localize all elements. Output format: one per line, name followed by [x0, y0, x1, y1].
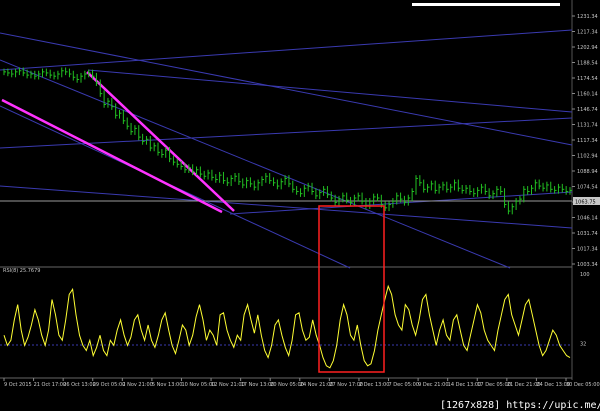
price-tick-label: 1231.34 — [577, 14, 598, 20]
price-tick-label: 1217.34 — [577, 30, 598, 36]
time-tick-label: 21 Oct 17:00 — [34, 382, 67, 388]
price-tick-label: 1046.14 — [577, 216, 598, 222]
price-tick-label: 1074.54 — [577, 185, 598, 191]
price-tick-label: 1160.14 — [577, 92, 598, 98]
time-tick-label: 9 Dec 21:00 — [418, 382, 448, 388]
watermark-text: [1267x828] https://upic.me/ — [440, 400, 600, 411]
price-tick-label: 1146.74 — [577, 107, 598, 113]
time-tick-label: 30 Dec 05:00 — [566, 382, 600, 388]
forex-chart: 1231.34 1217.34 1202.94 1188.54 1174.54 1160.… — [0, 0, 600, 411]
time-tick-label: 2 Dec 13:00 — [359, 382, 389, 388]
time-tick-label: 29 Oct 05:00 — [93, 382, 126, 388]
price-tick-label: 1102.94 — [577, 154, 598, 160]
rsi-title: RSI(8) 25.7679 — [3, 268, 40, 274]
time-tick-label: 26 Oct 13:00 — [63, 382, 96, 388]
price-tick-label: 1017.34 — [577, 247, 598, 253]
time-tick-label: 7 Dec 05:00 — [389, 382, 419, 388]
price-tick-label: 1174.54 — [577, 76, 598, 82]
price-tick-label: 1131.74 — [577, 123, 598, 129]
time-tick-label: 5 Nov 13:00 — [152, 382, 183, 388]
time-tick-label: 9 Oct 2015 — [4, 382, 32, 388]
time-tick-label: 2 Nov 21:00 — [122, 382, 153, 388]
price-tick-label: 1117.34 — [577, 138, 598, 144]
top-bar — [412, 3, 560, 6]
rsi-tick-label: 32 — [580, 341, 586, 347]
price-tick-label: 1188.54 — [577, 61, 598, 67]
price-tag-label: 1063.75 — [575, 200, 596, 206]
price-tick-label: 1031.74 — [577, 231, 598, 237]
price-tick-label: 1202.94 — [577, 45, 598, 51]
chart-background — [0, 0, 600, 411]
rsi-tick-label: 100 — [580, 272, 590, 278]
price-tick-label: 1088.94 — [577, 169, 598, 175]
price-tick-label: 1003.34 — [577, 262, 598, 268]
